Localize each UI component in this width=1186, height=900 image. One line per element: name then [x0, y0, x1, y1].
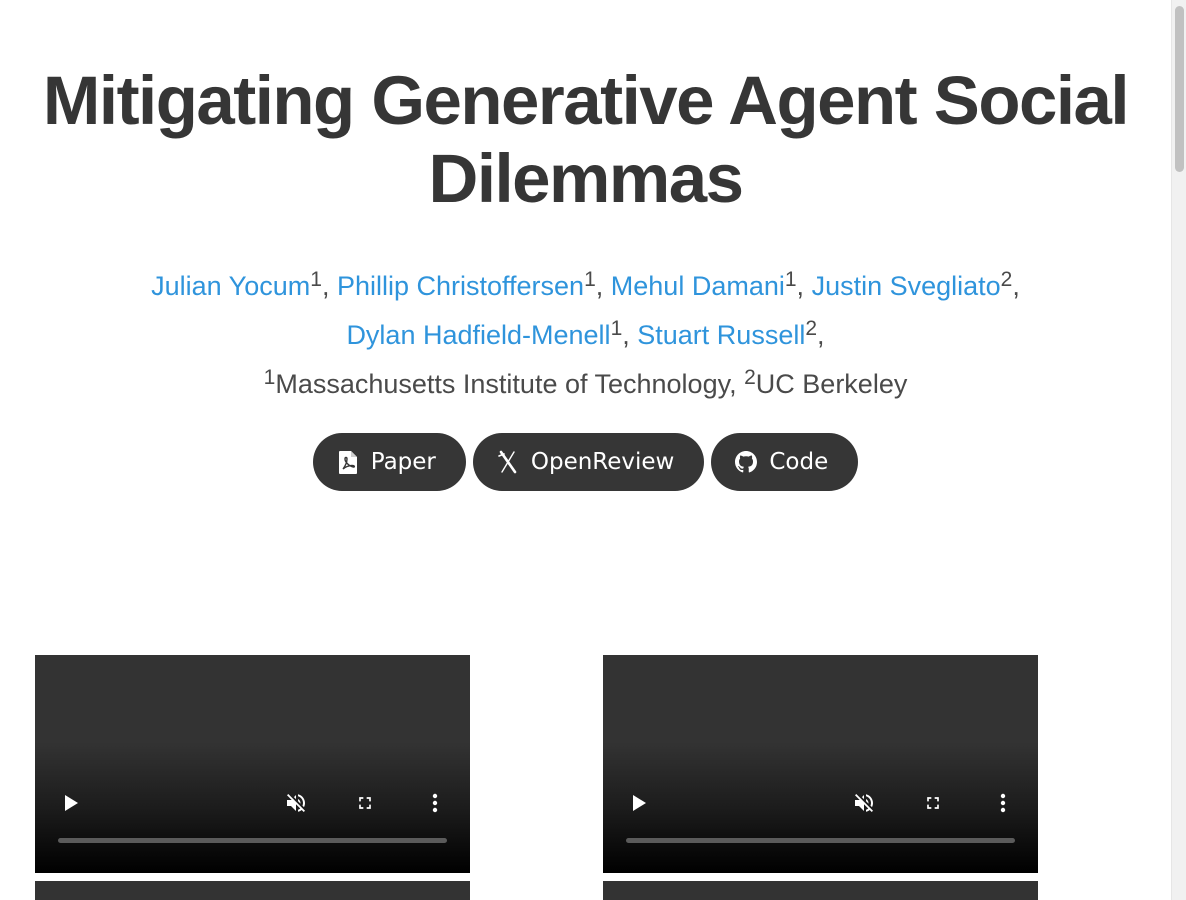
fullscreen-icon[interactable]: [353, 791, 377, 815]
more-options-icon[interactable]: [423, 791, 447, 815]
separator: ,: [817, 320, 825, 350]
affiliation-marker: 2: [744, 366, 756, 389]
openreview-icon: [497, 450, 519, 474]
video-player[interactable]: [35, 655, 470, 873]
affiliation-marker: 2: [1000, 268, 1013, 291]
page: Mitigating Generative Agent Social Dilem…: [0, 0, 1171, 900]
video-player[interactable]: [603, 655, 1038, 873]
more-options-icon[interactable]: [991, 791, 1015, 815]
affiliation-marker: 1: [584, 268, 596, 291]
author-link[interactable]: Mehul Damani: [611, 271, 785, 301]
author-link[interactable]: Phillip Christoffersen: [337, 271, 584, 301]
link-buttons: Paper OpenReview Code: [0, 433, 1171, 491]
muted-icon[interactable]: [284, 791, 308, 815]
author-link[interactable]: Justin Svegliato: [812, 271, 1001, 301]
page-title: Mitigating Generative Agent Social Dilem…: [42, 62, 1130, 217]
page-scrollbar[interactable]: [1171, 0, 1186, 900]
fullscreen-icon[interactable]: [921, 791, 945, 815]
video-progress-bar[interactable]: [626, 838, 1015, 843]
affiliation-marker: 1: [310, 268, 322, 291]
author-line-1: Julian Yocum1, Phillip Christoffersen1, …: [0, 262, 1171, 311]
file-pdf-icon: [337, 450, 359, 474]
affiliation-name: Massachusetts Institute of Technology: [275, 369, 730, 399]
muted-icon[interactable]: [852, 791, 876, 815]
separator: ,: [1012, 271, 1020, 301]
video-player[interactable]: [35, 881, 470, 900]
video-player[interactable]: [603, 881, 1038, 900]
affiliation-marker: 2: [805, 317, 818, 340]
affiliations: 1Massachusetts Institute of Technology, …: [0, 360, 1171, 409]
affiliation-name: UC Berkeley: [755, 369, 908, 399]
openreview-button-label: OpenReview: [530, 449, 675, 475]
separator: ,: [321, 271, 337, 301]
code-button-label: Code: [769, 449, 829, 475]
separator: ,: [796, 271, 812, 301]
play-icon[interactable]: [627, 791, 651, 815]
author-block: Julian Yocum1, Phillip Christoffersen1, …: [0, 262, 1171, 409]
author-line-2: Dylan Hadfield-Menell1, Stuart Russell2,: [0, 311, 1171, 360]
affiliation-marker: 1: [263, 366, 276, 389]
paper-button-label: Paper: [370, 449, 436, 475]
scrollbar-thumb[interactable]: [1175, 6, 1184, 172]
author-link[interactable]: Julian Yocum: [151, 271, 310, 301]
separator: ,: [729, 369, 745, 399]
openreview-button[interactable]: OpenReview: [472, 433, 705, 491]
separator: ,: [622, 320, 638, 350]
code-button[interactable]: Code: [711, 433, 859, 491]
affiliation-marker: 1: [784, 268, 797, 291]
video-progress-bar[interactable]: [58, 838, 447, 843]
paper-button[interactable]: Paper: [312, 433, 466, 491]
author-link[interactable]: Stuart Russell: [637, 320, 805, 350]
affiliation-marker: 1: [610, 317, 623, 340]
play-icon[interactable]: [59, 791, 83, 815]
author-link[interactable]: Dylan Hadfield-Menell: [346, 320, 610, 350]
separator: ,: [595, 271, 611, 301]
github-icon: [735, 450, 758, 474]
